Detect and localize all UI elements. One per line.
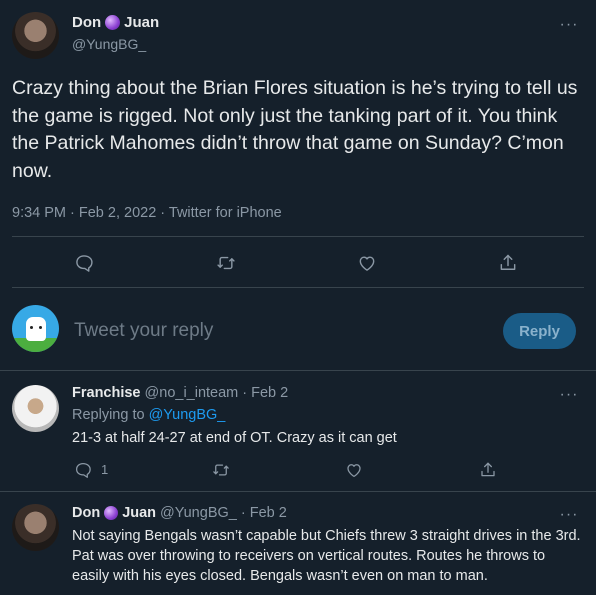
- reply-count: 1: [101, 462, 109, 477]
- retweet-icon[interactable]: [215, 252, 237, 274]
- like-icon[interactable]: [356, 252, 378, 274]
- more-icon[interactable]: ···: [558, 14, 580, 36]
- retweet-icon[interactable]: [210, 459, 232, 481]
- more-icon[interactable]: ···: [558, 384, 580, 406]
- tweet-timestamp[interactable]: 9:34 PM · Feb 2, 2022 ·: [12, 205, 169, 221]
- reply-icon[interactable]: [73, 252, 95, 274]
- reply-author-name-last[interactable]: Juan: [122, 505, 156, 521]
- reply-author-name[interactable]: Franchise: [72, 385, 141, 401]
- replying-to-label: Replying to: [72, 407, 149, 423]
- reply-handle-time[interactable]: @no_i_inteam · Feb 2: [145, 385, 289, 401]
- share-icon[interactable]: [497, 252, 519, 274]
- author-avatar[interactable]: [12, 12, 59, 59]
- reply-handle-time[interactable]: @YungBG_ · Feb 2: [160, 505, 287, 521]
- divider: [12, 287, 584, 288]
- divider: [0, 491, 596, 492]
- reply-header: Don Juan @YungBG_ · Feb 2: [72, 505, 287, 521]
- like-icon[interactable]: [343, 459, 365, 481]
- tweet-text: Crazy thing about the Brian Flores situa…: [12, 77, 578, 182]
- reply-header: Franchise @no_i_inteam · Feb 2: [72, 385, 288, 401]
- reply-text: Not saying Bengals wasn’t capable but Ch…: [72, 528, 581, 584]
- author-name-first: Don: [72, 14, 102, 31]
- author-name[interactable]: Don Juan: [72, 14, 159, 31]
- tweet-source[interactable]: Twitter for iPhone: [169, 205, 282, 221]
- share-icon[interactable]: [477, 459, 499, 481]
- reply-button[interactable]: Reply: [503, 313, 576, 349]
- divider: [12, 236, 584, 237]
- more-icon[interactable]: ···: [558, 504, 580, 526]
- crystal-ball-icon: [105, 15, 121, 30]
- author-handle[interactable]: @YungBG_: [72, 36, 146, 52]
- divider: [0, 370, 596, 371]
- author-name-last: Juan: [124, 14, 160, 31]
- replying-to-handle[interactable]: @YungBG_: [149, 407, 226, 423]
- current-user-avatar: [12, 305, 59, 352]
- reply-author-avatar[interactable]: [12, 504, 59, 551]
- reply-icon[interactable]: [72, 459, 94, 481]
- replying-to: Replying to @YungBG_: [72, 407, 225, 423]
- crystal-ball-icon: [104, 506, 119, 520]
- reply-input[interactable]: Tweet your reply: [74, 320, 484, 342]
- tweet-meta: 9:34 PM · Feb 2, 2022 · Twitter for iPho…: [12, 205, 282, 221]
- reply-author-name-first[interactable]: Don: [72, 505, 100, 521]
- reply-text: 21-3 at half 24-27 at end of OT. Crazy a…: [72, 430, 397, 446]
- reply-author-avatar[interactable]: [12, 385, 59, 432]
